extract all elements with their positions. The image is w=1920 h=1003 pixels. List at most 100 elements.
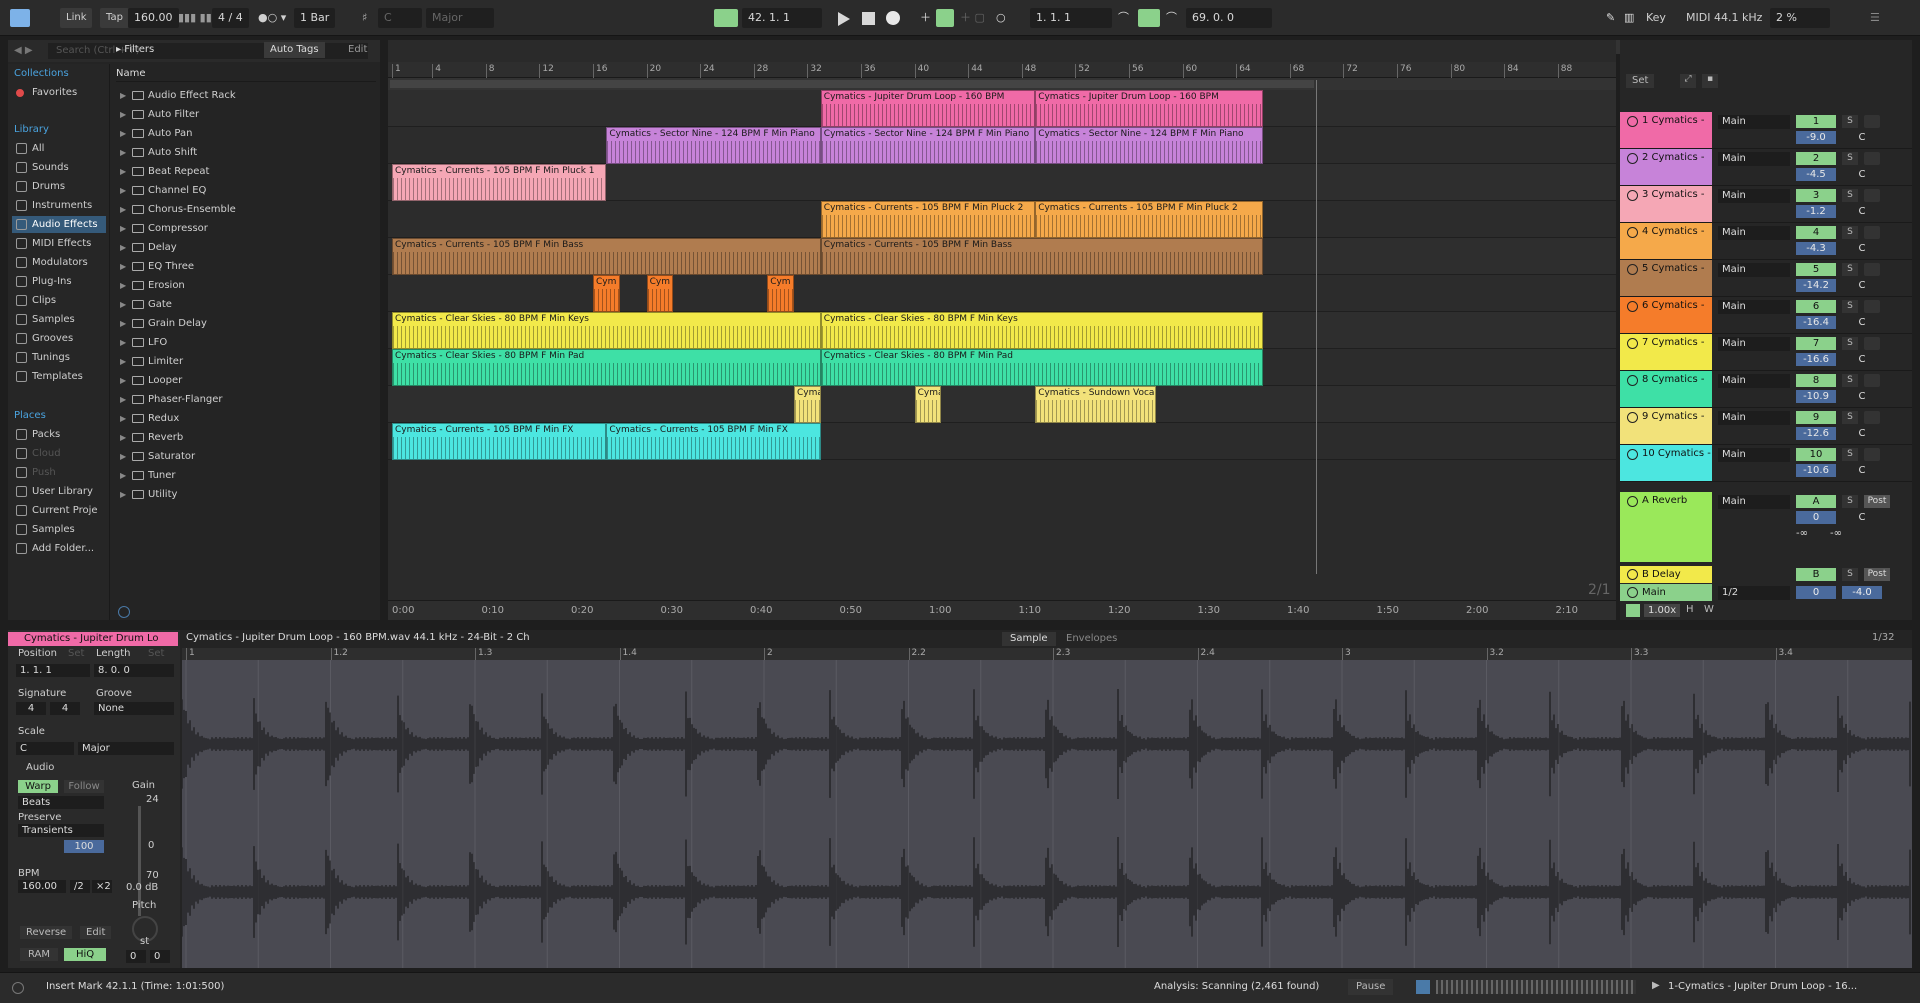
return-a-name[interactable]: A Reverb	[1620, 492, 1712, 562]
sidebar-item-tunings[interactable]: Tunings	[12, 349, 106, 366]
track-solo[interactable]: S	[1842, 189, 1858, 202]
track-arm[interactable]	[1864, 411, 1880, 424]
reverse-button[interactable]: Reverse	[20, 926, 73, 939]
mixer-track[interactable]: 3 Cymatics - Main 3 -1.2 S C	[1620, 186, 1912, 223]
main-cue[interactable]: 0	[1796, 586, 1836, 599]
arrangement-clip[interactable]: Cymatics - Currents - 105 BPM F Min Pluc…	[1035, 201, 1263, 238]
track-volume[interactable]: -12.6	[1796, 427, 1836, 440]
sidebar-place-current-proje[interactable]: Current Proje	[12, 502, 106, 519]
signature-denominator[interactable]: 4	[50, 702, 80, 715]
key-select[interactable]: C	[378, 8, 422, 28]
expand-arrow-icon[interactable]: ▶	[120, 447, 126, 466]
track-name[interactable]: 6 Cymatics -	[1620, 297, 1712, 333]
follow-icon[interactable]	[714, 9, 738, 27]
tap-button[interactable]: Tap	[100, 8, 129, 28]
track-output-select[interactable]: Main	[1718, 152, 1790, 166]
time-ruler[interactable]: 0:00 0:10 0:20 0:30 0:40 0:50 1:00 1:10 1:20 1:30…	[388, 600, 1616, 620]
track-volume[interactable]: -10.6	[1796, 464, 1836, 477]
expand-arrow-icon[interactable]: ▶	[120, 257, 126, 276]
list-item[interactable]: ▶ Chorus-Ensemble	[118, 200, 368, 219]
arrangement-clip[interactable]: Cymatics - Currents - 105 BPM F Min Bass	[392, 238, 821, 275]
width-button[interactable]: W	[1704, 604, 1714, 615]
loop-icon[interactable]: ○	[996, 8, 1006, 28]
play-icon[interactable]	[838, 12, 850, 26]
sidebar-item-plug-ins[interactable]: Plug-Ins	[12, 273, 106, 290]
track-lane[interactable]	[388, 386, 1616, 423]
arrangement-clip[interactable]: Cymatics - Currents - 105 BPM F Min Bass	[820, 238, 1263, 275]
overdub-icon[interactable]: ＋	[920, 8, 931, 28]
track-lane[interactable]	[388, 275, 1616, 312]
track-activator[interactable]: 4	[1796, 226, 1836, 239]
set-length-button[interactable]: Set	[148, 648, 164, 659]
sidebar-place-user-library[interactable]: User Library	[12, 483, 106, 500]
sidebar-place-packs[interactable]: Packs	[12, 426, 106, 443]
bar-ruler[interactable]: 1 4 8 12 16 20 24 28 32 36 40 44 48 52 56 60 64 68 72 76 80 8…	[388, 62, 1616, 78]
mixer-track[interactable]: 4 Cymatics - Main 4 -4.3 S C	[1620, 223, 1912, 260]
sidebar-place-samples[interactable]: Samples	[12, 521, 106, 538]
track-pan[interactable]: C	[1842, 464, 1882, 477]
list-item[interactable]: ▶ Compressor	[118, 219, 368, 238]
track-arm[interactable]	[1864, 448, 1880, 461]
mixer-track[interactable]: 9 Cymatics - Main 9 -12.6 S C	[1620, 408, 1912, 445]
mixer-toggle-icon[interactable]	[1626, 604, 1640, 617]
metronome-icon[interactable]: ●○ ▾	[258, 8, 286, 28]
auto-tags-toggle[interactable]: Auto Tags	[264, 42, 325, 58]
track-output-select[interactable]: Main	[1718, 374, 1790, 388]
return-a-send-1[interactable]: -∞	[1796, 528, 1808, 539]
track-output-select[interactable]: Main	[1718, 337, 1790, 351]
height-button[interactable]: H	[1686, 604, 1694, 615]
track-fold-icon[interactable]	[1627, 375, 1638, 386]
pitch-semitones[interactable]: 0	[126, 950, 146, 963]
automation-arm-icon[interactable]	[936, 9, 954, 27]
list-item[interactable]: ▶ Reverb	[118, 428, 368, 447]
list-item[interactable]: ▶ Looper	[118, 371, 368, 390]
audio-section-label[interactable]: Audio	[26, 762, 54, 773]
mixer-track[interactable]: 7 Cymatics - Main 7 -16.6 S C	[1620, 334, 1912, 371]
track-activator[interactable]: 9	[1796, 411, 1836, 424]
list-item[interactable]: ▶ LFO	[118, 333, 368, 352]
list-item[interactable]: ▶ Utility	[118, 485, 368, 504]
track-solo[interactable]: S	[1842, 448, 1858, 461]
expand-arrow-icon[interactable]: ▶	[120, 409, 126, 428]
track-solo[interactable]: S	[1842, 337, 1858, 350]
sidebar-place-add-folder-[interactable]: Add Folder...	[12, 540, 106, 557]
bpm-field[interactable]: 160.00	[18, 880, 66, 893]
return-b-activator[interactable]: B	[1796, 568, 1836, 581]
main-volume[interactable]: -4.0	[1842, 586, 1882, 599]
track-solo[interactable]: S	[1842, 411, 1858, 424]
return-track-a[interactable]: A Reverb Main A 0 S Post C -∞ -∞	[1620, 492, 1912, 564]
nav-back-icon[interactable]: ◀ ▶	[14, 45, 33, 56]
return-a-send-2[interactable]: -∞	[1830, 528, 1842, 539]
arrangement-clip[interactable]: Cym	[593, 275, 620, 312]
play-preview-icon[interactable]: ▶	[1652, 980, 1660, 991]
double-tempo-button[interactable]: ×2	[92, 880, 112, 893]
sidebar-item-drums[interactable]: Drums	[12, 178, 106, 195]
expand-arrow-icon[interactable]: ▶	[120, 105, 126, 124]
expand-arrow-icon[interactable]: ▶	[120, 238, 126, 257]
track-arm[interactable]	[1864, 115, 1880, 128]
list-item[interactable]: ▶ Limiter	[118, 352, 368, 371]
expand-arrow-icon[interactable]: ▶	[120, 162, 126, 181]
track-fold-icon[interactable]	[1627, 116, 1638, 127]
list-item[interactable]: ▶ Phaser-Flanger	[118, 390, 368, 409]
loop-switch-icon[interactable]	[1138, 9, 1160, 27]
mixer-track[interactable]: 8 Cymatics - Main 8 -10.9 S C	[1620, 371, 1912, 408]
sidebar-item-midi-effects[interactable]: MIDI Effects	[12, 235, 106, 252]
expand-arrow-icon[interactable]: ▶	[120, 371, 126, 390]
edit-sample-button[interactable]: Edit	[80, 926, 112, 939]
track-arm[interactable]	[1864, 152, 1880, 165]
track-output-select[interactable]: Main	[1718, 411, 1790, 425]
expand-arrow-icon[interactable]: ▶	[120, 314, 126, 333]
beat-ruler[interactable]: 1 1.2 1.3 1.4 2 2.2 2.3 2.4 3 3.2 3.3 3.4	[182, 648, 1912, 660]
expand-arrow-icon[interactable]: ▶	[120, 276, 126, 295]
sidebar-item-clips[interactable]: Clips	[12, 292, 106, 309]
position-field[interactable]: 1. 1. 1	[16, 664, 90, 677]
arrangement-clip[interactable]: Cymatics - Clear Skies - 80 BPM F Min Ke…	[820, 312, 1263, 349]
waveform-display[interactable]	[181, 660, 1912, 968]
arrangement-clip[interactable]: Cymatics - Clear Skies - 80 BPM F Min Pa…	[820, 349, 1263, 386]
hiq-toggle[interactable]: HiQ	[64, 948, 107, 961]
tab-sample[interactable]: Sample	[1002, 632, 1056, 646]
track-solo[interactable]: S	[1842, 226, 1858, 239]
arrangement-clip[interactable]: Cymatics - Clear Skies - 80 BPM F Min Ke…	[392, 312, 821, 349]
track-arm[interactable]	[1864, 300, 1880, 313]
